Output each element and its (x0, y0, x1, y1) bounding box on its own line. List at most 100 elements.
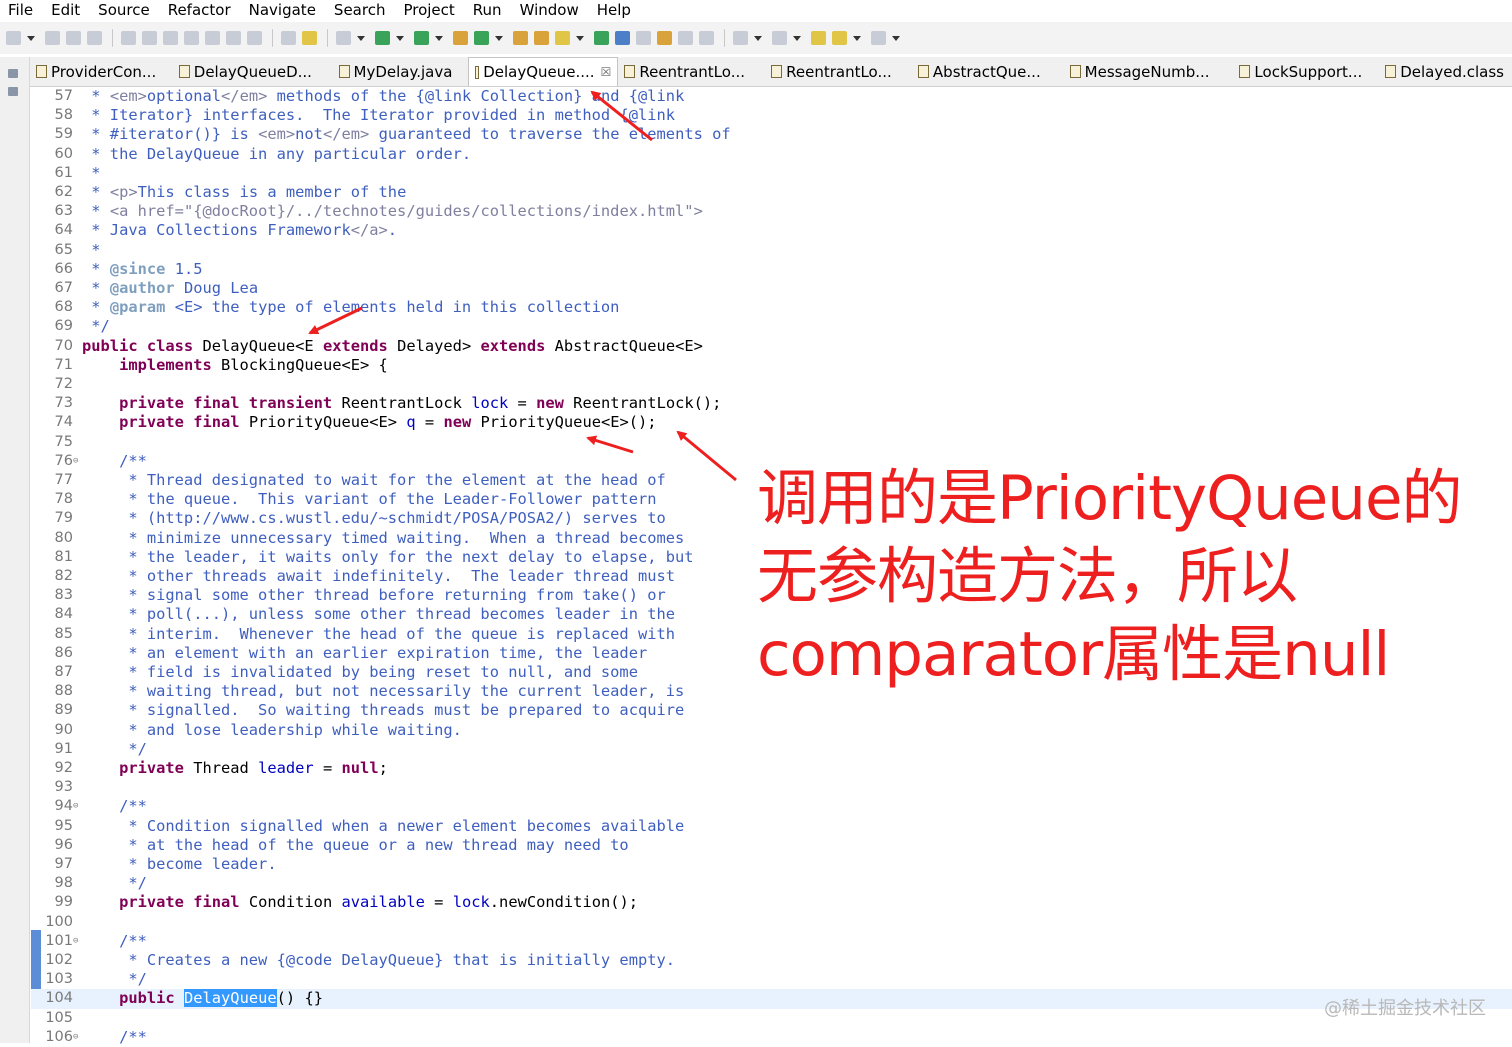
open-type-icon[interactable] (513, 31, 528, 45)
external-tools-icon[interactable] (414, 31, 429, 45)
code-line[interactable]: 103 */ (31, 970, 1512, 989)
print-icon[interactable] (87, 31, 102, 45)
menu-refactor[interactable]: Refactor (159, 1, 240, 19)
new-class-icon[interactable] (474, 31, 489, 45)
code-line[interactable]: 101 ⊖ /** (31, 932, 1512, 951)
code-line[interactable]: 57 * <em>optional</em> methods of the {@… (31, 87, 1512, 106)
menu-navigate[interactable]: Navigate (240, 1, 325, 19)
code-line[interactable]: 105 (31, 1009, 1512, 1028)
menu-window[interactable]: Window (511, 1, 588, 19)
chevron-down-icon[interactable] (892, 35, 900, 41)
code-line[interactable]: 100 (31, 913, 1512, 932)
pin-editor-icon[interactable] (699, 31, 714, 45)
new-icon[interactable] (6, 31, 21, 45)
code-line[interactable]: 66 * @since 1.5 (31, 260, 1512, 279)
menu-run[interactable]: Run (464, 1, 511, 19)
editor-tab[interactable]: Delayed.class (1379, 57, 1512, 86)
new-java-project-icon[interactable] (453, 31, 468, 45)
step-into-icon[interactable] (205, 31, 220, 45)
terminate-icon[interactable] (163, 31, 178, 45)
code-line[interactable]: 70 public class DelayQueue<E extends Dela… (31, 337, 1512, 356)
menu-project[interactable]: Project (394, 1, 463, 19)
code-line[interactable]: 72 (31, 375, 1512, 394)
editor-tab[interactable]: LockSupport... (1233, 57, 1379, 86)
menu-help[interactable]: Help (588, 1, 640, 19)
code-line[interactable]: 58 * Iterator} interfaces. The Iterator … (31, 106, 1512, 125)
chevron-down-icon[interactable] (357, 35, 365, 41)
next-annotation-icon[interactable] (594, 31, 609, 45)
editor-tab[interactable]: DelayQueue.... ☒ (468, 57, 619, 86)
block-selection-icon[interactable] (657, 31, 672, 45)
back-arrow-icon[interactable] (832, 31, 847, 45)
save-all-icon[interactable] (66, 31, 81, 45)
code-line[interactable]: 71 implements BlockingQueue<E> { (31, 356, 1512, 375)
save-icon[interactable] (45, 31, 60, 45)
code-line[interactable]: 99 private final Condition available = l… (31, 893, 1512, 912)
code-line[interactable]: 97 * become leader. (31, 855, 1512, 874)
skip-breakpoints-icon[interactable] (302, 31, 317, 45)
code-line[interactable]: 73 private final transient ReentrantLock… (31, 394, 1512, 413)
code-line[interactable]: 104 public DelayQueue() {} (31, 989, 1512, 1009)
chevron-down-icon[interactable] (754, 35, 762, 41)
code-line[interactable]: 65 * (31, 241, 1512, 260)
restore-icon[interactable] (8, 69, 18, 78)
mark-occurrences-icon[interactable] (615, 31, 630, 45)
code-line[interactable]: 94 ⊖ /** (31, 797, 1512, 816)
code-line[interactable]: 64 * Java Collections Framework</a>. (31, 221, 1512, 240)
editor-tab[interactable]: MyDelay.java (333, 57, 469, 86)
back-icon[interactable] (811, 31, 826, 45)
close-icon[interactable]: ☒ (601, 65, 612, 79)
code-line[interactable]: 92 private Thread leader = null; (31, 759, 1512, 778)
code-line[interactable]: 67 * @author Doug Lea (31, 279, 1512, 298)
menu-file[interactable]: File (0, 1, 42, 19)
chevron-down-icon[interactable] (793, 35, 801, 41)
prev-edit-icon[interactable] (772, 31, 787, 45)
editor-tab[interactable]: ReentrantLo... (618, 57, 765, 86)
code-line[interactable]: 91 */ (31, 740, 1512, 759)
chevron-down-icon[interactable] (576, 35, 584, 41)
editor-tab[interactable]: ProviderCon... (30, 57, 173, 86)
disconnect-icon[interactable] (184, 31, 199, 45)
chevron-down-icon[interactable] (853, 35, 861, 41)
next-edit-icon[interactable] (733, 31, 748, 45)
code-line[interactable]: 61 * (31, 164, 1512, 183)
chevron-down-icon[interactable] (27, 35, 35, 41)
code-line[interactable]: 63 * <a href="{@docRoot}/../technotes/gu… (31, 202, 1512, 221)
step-over-icon[interactable] (226, 31, 241, 45)
forward-icon[interactable] (871, 31, 886, 45)
code-line[interactable]: 59 * #iterator()} is <em>not</em> guaran… (31, 125, 1512, 144)
menu-source[interactable]: Source (89, 1, 159, 19)
menu-edit[interactable]: Edit (42, 1, 89, 19)
editor-tab[interactable]: DelayQueueD... (173, 57, 333, 86)
step-return-icon[interactable] (247, 31, 262, 45)
resume-icon[interactable] (121, 31, 136, 45)
code-line[interactable]: 69 */ (31, 317, 1512, 336)
run-icon[interactable] (375, 31, 390, 45)
editor-tab[interactable]: AbstractQue... (912, 57, 1064, 86)
toggle-comment-icon[interactable] (281, 31, 296, 45)
editor-tab[interactable]: ReentrantLo... (765, 57, 912, 86)
show-whitespace-icon[interactable] (678, 31, 693, 45)
code-line[interactable]: 60 * the DelayQueue in any particular or… (31, 145, 1512, 164)
menu-search[interactable]: Search (325, 1, 395, 19)
code-line[interactable]: 62 * <p>This class is a member of the (31, 183, 1512, 202)
code-line[interactable]: 74 private final PriorityQueue<E> q = ne… (31, 413, 1512, 432)
code-line[interactable]: 102 * Creates a new {@code DelayQueue} t… (31, 951, 1512, 970)
code-line[interactable]: 75 (31, 433, 1512, 452)
code-line[interactable]: 93 (31, 778, 1512, 797)
suspend-icon[interactable] (142, 31, 157, 45)
chevron-down-icon[interactable] (435, 35, 443, 41)
package-explorer-icon[interactable] (8, 87, 18, 96)
code-line[interactable]: 95 * Condition signalled when a newer el… (31, 817, 1512, 836)
open-task-icon[interactable] (534, 31, 549, 45)
code-line[interactable]: 90 * and lose leadership while waiting. (31, 721, 1512, 740)
chevron-down-icon[interactable] (396, 35, 404, 41)
chevron-down-icon[interactable] (495, 35, 503, 41)
code-line[interactable]: 96 * at the head of the queue or a new t… (31, 836, 1512, 855)
code-line[interactable]: 106 ⊖ /** (31, 1028, 1512, 1047)
word-wrap-icon[interactable] (636, 31, 651, 45)
code-line[interactable]: 98 */ (31, 874, 1512, 893)
search-icon[interactable] (555, 31, 570, 45)
editor-tab[interactable]: MessageNumb... (1064, 57, 1234, 86)
debug-icon[interactable] (336, 31, 351, 45)
